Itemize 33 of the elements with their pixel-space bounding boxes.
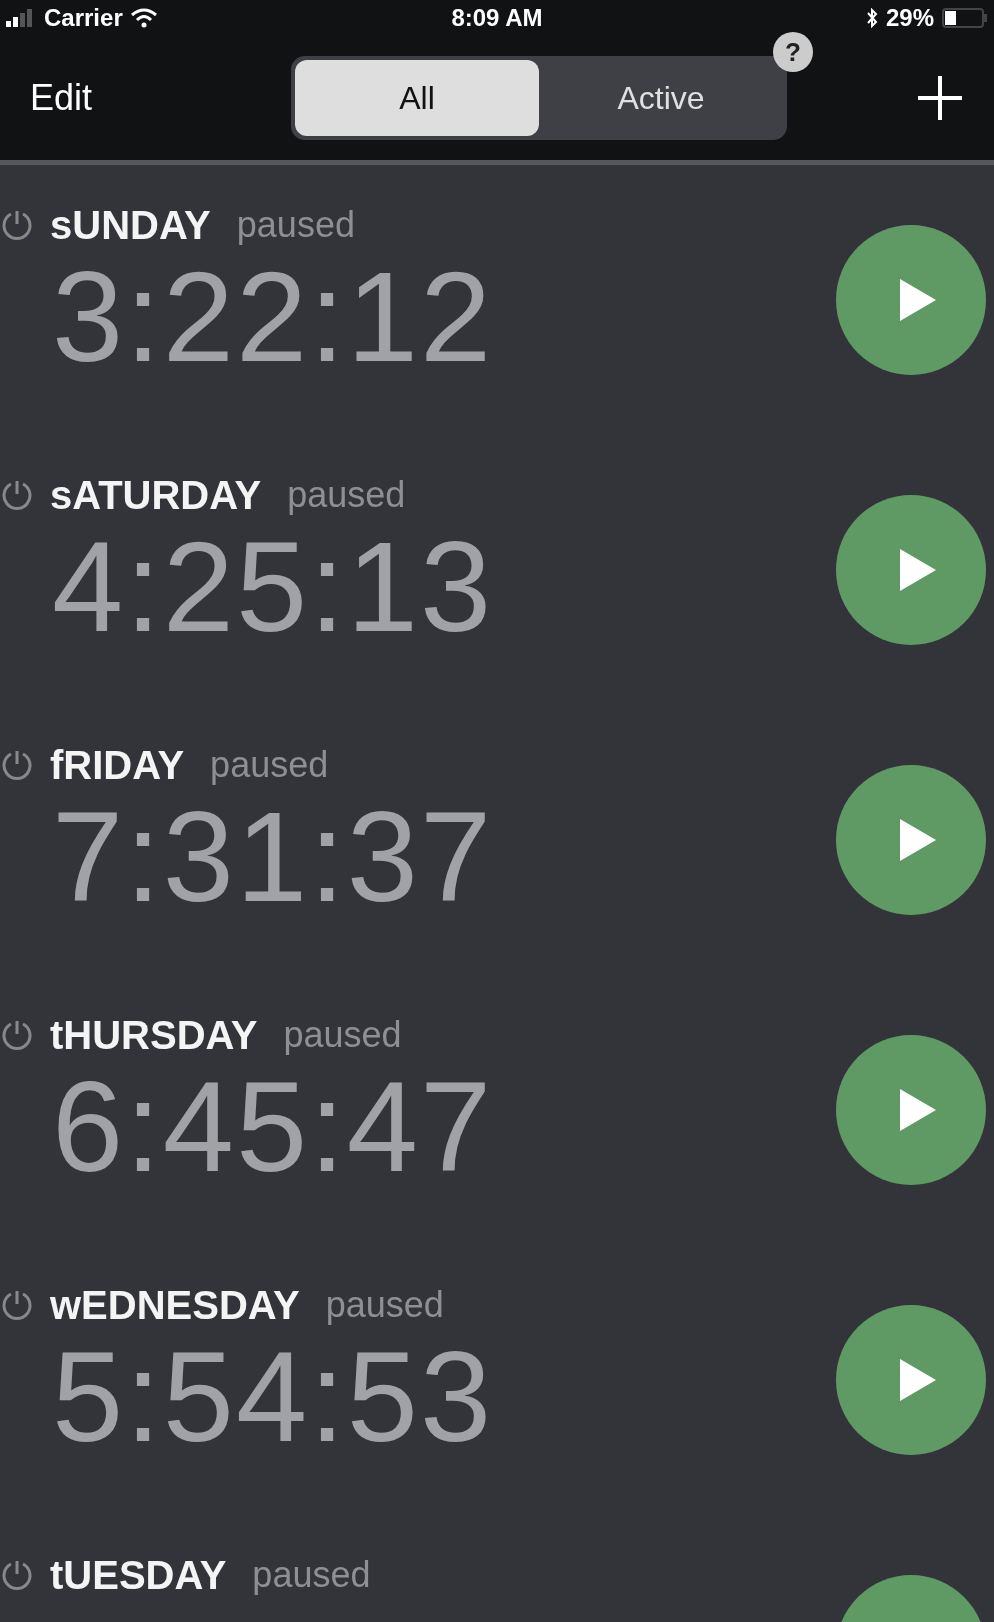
bluetooth-icon [865,8,878,28]
clock-time: 8:09 AM [451,4,543,32]
timer-time: 5:54:53 [51,1327,494,1467]
timer-name: sATURDAY [50,472,262,518]
timer-icon [0,1558,34,1592]
help-badge[interactable]: ? [773,32,813,72]
battery-icon [942,8,988,28]
edit-button[interactable]: Edit [30,77,93,119]
timer-status: paused [236,204,355,246]
battery-percentage: 29% [885,4,934,32]
timer-status: paused [325,1284,444,1326]
timer-name: tHURSDAY [50,1012,258,1058]
timer-time: 7:31:37 [51,787,494,927]
filter-tab[interactable]: All [295,60,539,136]
timer-status: paused [252,1554,371,1596]
timer-name: wEDNESDAY [50,1282,300,1328]
timer-icon [0,208,34,242]
timer-time: 4:25:13 [51,517,494,657]
timer-status: paused [283,1014,402,1056]
wifi-icon [130,8,157,28]
timer-time: 3:22:12 [51,247,494,387]
timer-icon [0,478,34,512]
carrier-label: Carrier [44,4,123,32]
timer-status: paused [287,474,406,516]
timer-name: tUESDAY [50,1552,227,1598]
timer-icon [0,1288,34,1322]
timer-time: 6:45:47 [51,1057,494,1197]
add-icon[interactable] [916,74,964,122]
timer-name: sUNDAY [50,202,211,248]
timer-icon [0,748,34,782]
timer-status: paused [210,744,329,786]
timer-icon [0,1018,34,1052]
timer-name: fRIDAY [50,742,185,788]
